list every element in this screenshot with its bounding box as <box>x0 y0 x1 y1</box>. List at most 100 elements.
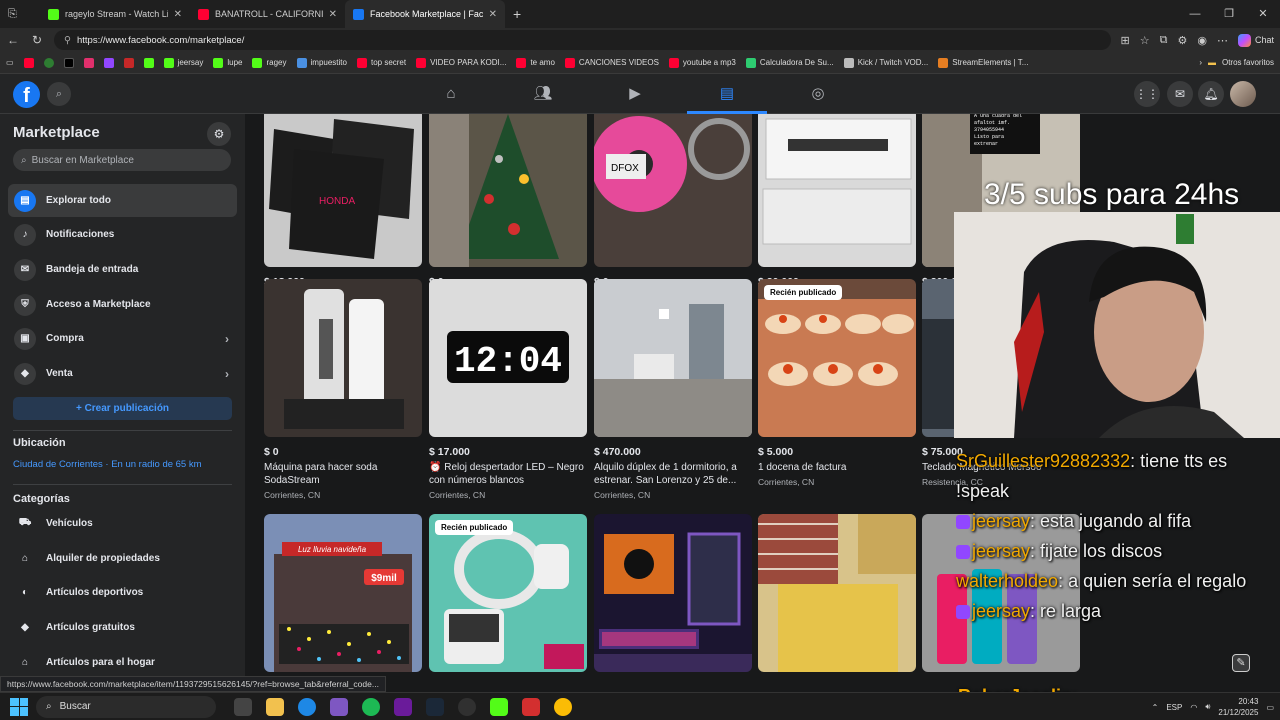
close-tab-icon[interactable]: ✕ <box>489 9 497 20</box>
app-icon[interactable] <box>522 697 540 716</box>
listing-image[interactable]: DFOX <box>594 114 752 267</box>
menu-grid-icon[interactable]: ⋮⋮ <box>1134 81 1160 107</box>
marketplace-icon[interactable]: ▤ <box>717 84 737 104</box>
bookmark-item[interactable]: Kick / Twitch VOD... <box>843 57 928 68</box>
taskbar-search[interactable]: ⌕ Buscar <box>36 695 216 718</box>
facebook-logo-icon[interactable]: f <box>13 81 40 108</box>
bookmark-item[interactable]: lupe <box>213 57 242 68</box>
kick-icon[interactable] <box>490 697 508 716</box>
bookmark-item[interactable]: StreamElements | T... <box>938 57 1028 68</box>
close-tab-icon[interactable]: ✕ <box>329 9 337 20</box>
listing-card[interactable]: $ 470.000 Alquilo dúplex de 1 dormitorio,… <box>594 279 752 500</box>
listing-card[interactable]: $ 0 Máquina para hacer soda SodaStream Cor… <box>264 279 422 500</box>
bookmark-item[interactable]: youtube a mp3 <box>668 57 736 68</box>
friends-icon[interactable]: 👥︎ <box>533 84 553 104</box>
bookmark-youtube[interactable] <box>23 57 34 68</box>
category-item[interactable]: ⌂ Alquiler de propiedades <box>8 542 237 575</box>
sidebar-item-6[interactable]: ◆ Venta › <box>8 357 237 390</box>
volume-icon[interactable]: 🔊︎ <box>1205 702 1210 712</box>
listing-image[interactable]: 12:04 <box>429 279 587 437</box>
listing-title[interactable]: Alquilo dúplex de 1 dormitorio, a estren… <box>594 461 752 487</box>
close-window-icon[interactable]: ✕ <box>1246 0 1280 28</box>
bookmark-kick[interactable] <box>143 57 154 68</box>
listing-image[interactable] <box>594 514 752 672</box>
groups-icon[interactable]: ◎ <box>808 84 828 104</box>
sidebar-item-2[interactable]: ♪ Notificaciones <box>8 218 237 251</box>
listing-image[interactable]: HONDA <box>264 114 422 267</box>
bookmark-item[interactable]: impuestito <box>296 57 347 68</box>
messenger-icon[interactable]: ✉ <box>1167 81 1193 107</box>
category-item[interactable]: ◆ Artículos gratuitos <box>8 611 237 644</box>
copilot-button[interactable]: Chat <box>1237 33 1274 47</box>
bookmark-item[interactable]: ragey <box>252 57 287 68</box>
start-button-icon[interactable] <box>10 697 28 716</box>
listing-title[interactable]: Máquina para hacer soda SodaStream <box>264 461 422 487</box>
split-screen-icon[interactable]: ⧉ <box>1160 34 1168 47</box>
settings-gear-icon[interactable]: ⚙ <box>207 122 231 146</box>
favorite-star-icon[interactable]: ☆ <box>1140 34 1150 47</box>
obs-icon[interactable] <box>458 697 476 716</box>
reload-icon[interactable]: ↻ <box>30 33 44 47</box>
close-tab-icon[interactable]: ✕ <box>174 9 182 20</box>
notifications-bell-icon[interactable]: 🔔︎ <box>1198 81 1224 107</box>
category-item[interactable]: ⛟ Vehículos <box>8 507 237 540</box>
tab-kick-stream[interactable]: rageylo Stream - Watch Live o ✕ <box>40 0 190 28</box>
bookmark-item[interactable]: CANCIONES VIDEOS <box>564 57 659 68</box>
bookmark-2[interactable] <box>43 57 54 68</box>
listing-image[interactable] <box>264 279 422 437</box>
other-favorites[interactable]: › ▬ Otros favoritos <box>1199 58 1274 67</box>
tray-chevron-icon[interactable]: ⌃ <box>1152 703 1159 712</box>
clock[interactable]: 20:43 21/12/2025 <box>1218 696 1258 718</box>
bookmark-instagram[interactable] <box>83 57 94 68</box>
steam-icon[interactable] <box>426 697 444 716</box>
back-icon[interactable]: ← <box>6 33 20 47</box>
listing-card[interactable]: $ 35.000 <box>758 514 916 680</box>
listing-image[interactable] <box>594 279 752 437</box>
listing-image[interactable] <box>429 114 587 267</box>
search-icon[interactable]: ⌕ <box>47 82 71 106</box>
listing-card[interactable]: $ 300.000$ 380.000 <box>594 514 752 680</box>
listing-card[interactable]: Luz lluvia navideña$9mil$ 0Luz lluvia na… <box>264 514 422 680</box>
listing-image[interactable]: Luz lluvia navideña $9mil <box>264 514 422 672</box>
home-icon[interactable]: ⌂ <box>441 84 461 104</box>
new-tab-button[interactable]: + <box>505 0 535 28</box>
notification-center-icon[interactable]: ▭ <box>1266 703 1274 712</box>
sidebar-item-4[interactable]: ⛨ Acceso a Marketplace <box>8 288 237 321</box>
wifi-icon[interactable]: ◠ <box>1190 703 1197 712</box>
listing-title[interactable]: ⏰ Reloj despertador LED – Negro con núme… <box>429 461 587 487</box>
category-item[interactable]: ◐ Artículos deportivos <box>8 576 237 609</box>
category-item[interactable]: ⌂ Artículos para el hogar <box>8 646 237 679</box>
restore-icon[interactable]: ❐ <box>1212 0 1246 28</box>
listing-image[interactable]: Recién publicado <box>429 514 587 672</box>
app-available-icon[interactable]: ⊞ <box>1121 34 1130 47</box>
extensions-icon[interactable]: ⚙ <box>1178 34 1188 47</box>
tab-facebook-marketplace[interactable]: Facebook Marketplace | Facebook ✕ <box>345 0 505 28</box>
bookmark-item[interactable]: VIDEO PARA KODI... <box>416 57 506 68</box>
bookmark-item[interactable]: jeersay <box>163 57 203 68</box>
sidebar-item-5[interactable]: ▣ Compra › <box>8 322 237 355</box>
spotify-icon[interactable] <box>362 697 380 716</box>
chrome-icon[interactable] <box>554 697 572 716</box>
edge-icon[interactable] <box>298 697 316 716</box>
language-indicator[interactable]: ESP <box>1166 703 1182 712</box>
tab-youtube[interactable]: BANATROLL - CALIFORNIA ft ✕ <box>190 0 345 28</box>
bookmark-item[interactable]: top secret <box>356 57 406 68</box>
tab-actions-button[interactable]: ⎘ <box>0 0 40 28</box>
video-icon[interactable]: ▶ <box>625 84 645 104</box>
marketplace-search-input[interactable]: ⌕ Buscar en Marketplace <box>13 149 231 171</box>
listing-card[interactable]: 12:04 $ 17.000 ⏰ Reloj despertador LED – N… <box>429 279 587 500</box>
listing-image[interactable]: Recién publicado <box>758 279 916 437</box>
listing-image[interactable] <box>758 514 916 672</box>
compose-message-icon[interactable]: ✎ <box>1232 654 1250 672</box>
create-listing-button[interactable]: + Crear publicación <box>13 397 232 420</box>
bookmark-folder-icon[interactable]: ▭ <box>6 58 14 67</box>
site-info-icon[interactable]: ⚲ <box>64 35 71 46</box>
task-view-icon[interactable] <box>234 697 252 716</box>
app-icon[interactable] <box>330 697 348 716</box>
url-field[interactable]: ⚲ https://www.facebook.com/marketplace/ <box>54 30 1111 50</box>
listing-card[interactable]: Recién publicado $ 5.000 1 docena de factu… <box>758 279 916 487</box>
minimize-icon[interactable]: — <box>1178 0 1212 28</box>
listing-image[interactable] <box>758 114 916 267</box>
listing-card[interactable]: Recién publicado$ 0 <box>429 514 587 680</box>
sidebar-item-1[interactable]: ▤ Explorar todo <box>8 184 237 217</box>
